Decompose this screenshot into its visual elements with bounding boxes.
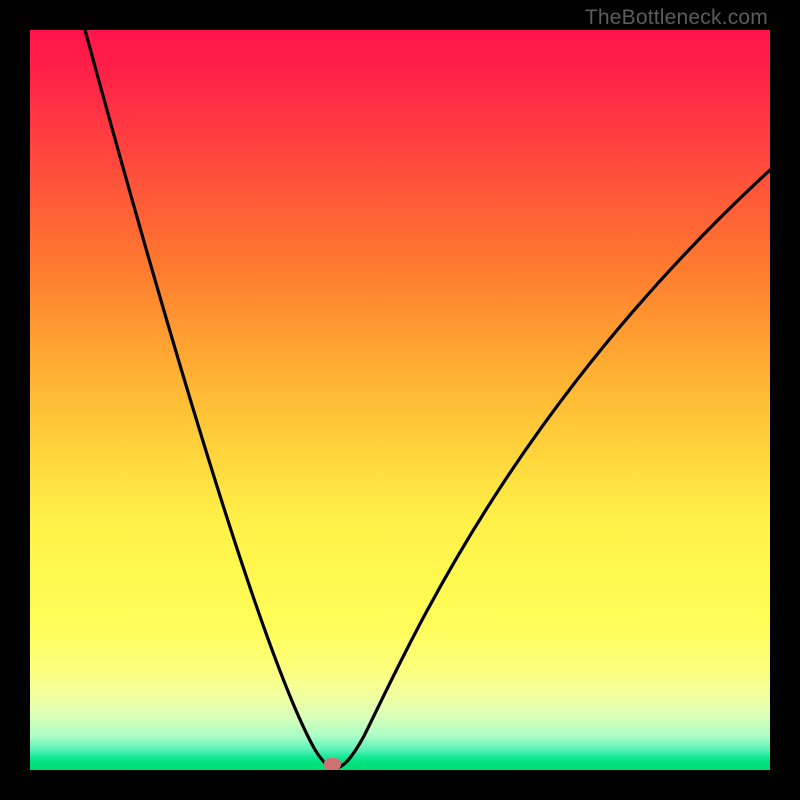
plot-area	[30, 30, 770, 770]
watermark-text: TheBottleneck.com	[585, 6, 768, 30]
bottleneck-curve	[30, 30, 770, 770]
optimal-marker	[324, 758, 341, 770]
curve-path	[85, 30, 770, 768]
